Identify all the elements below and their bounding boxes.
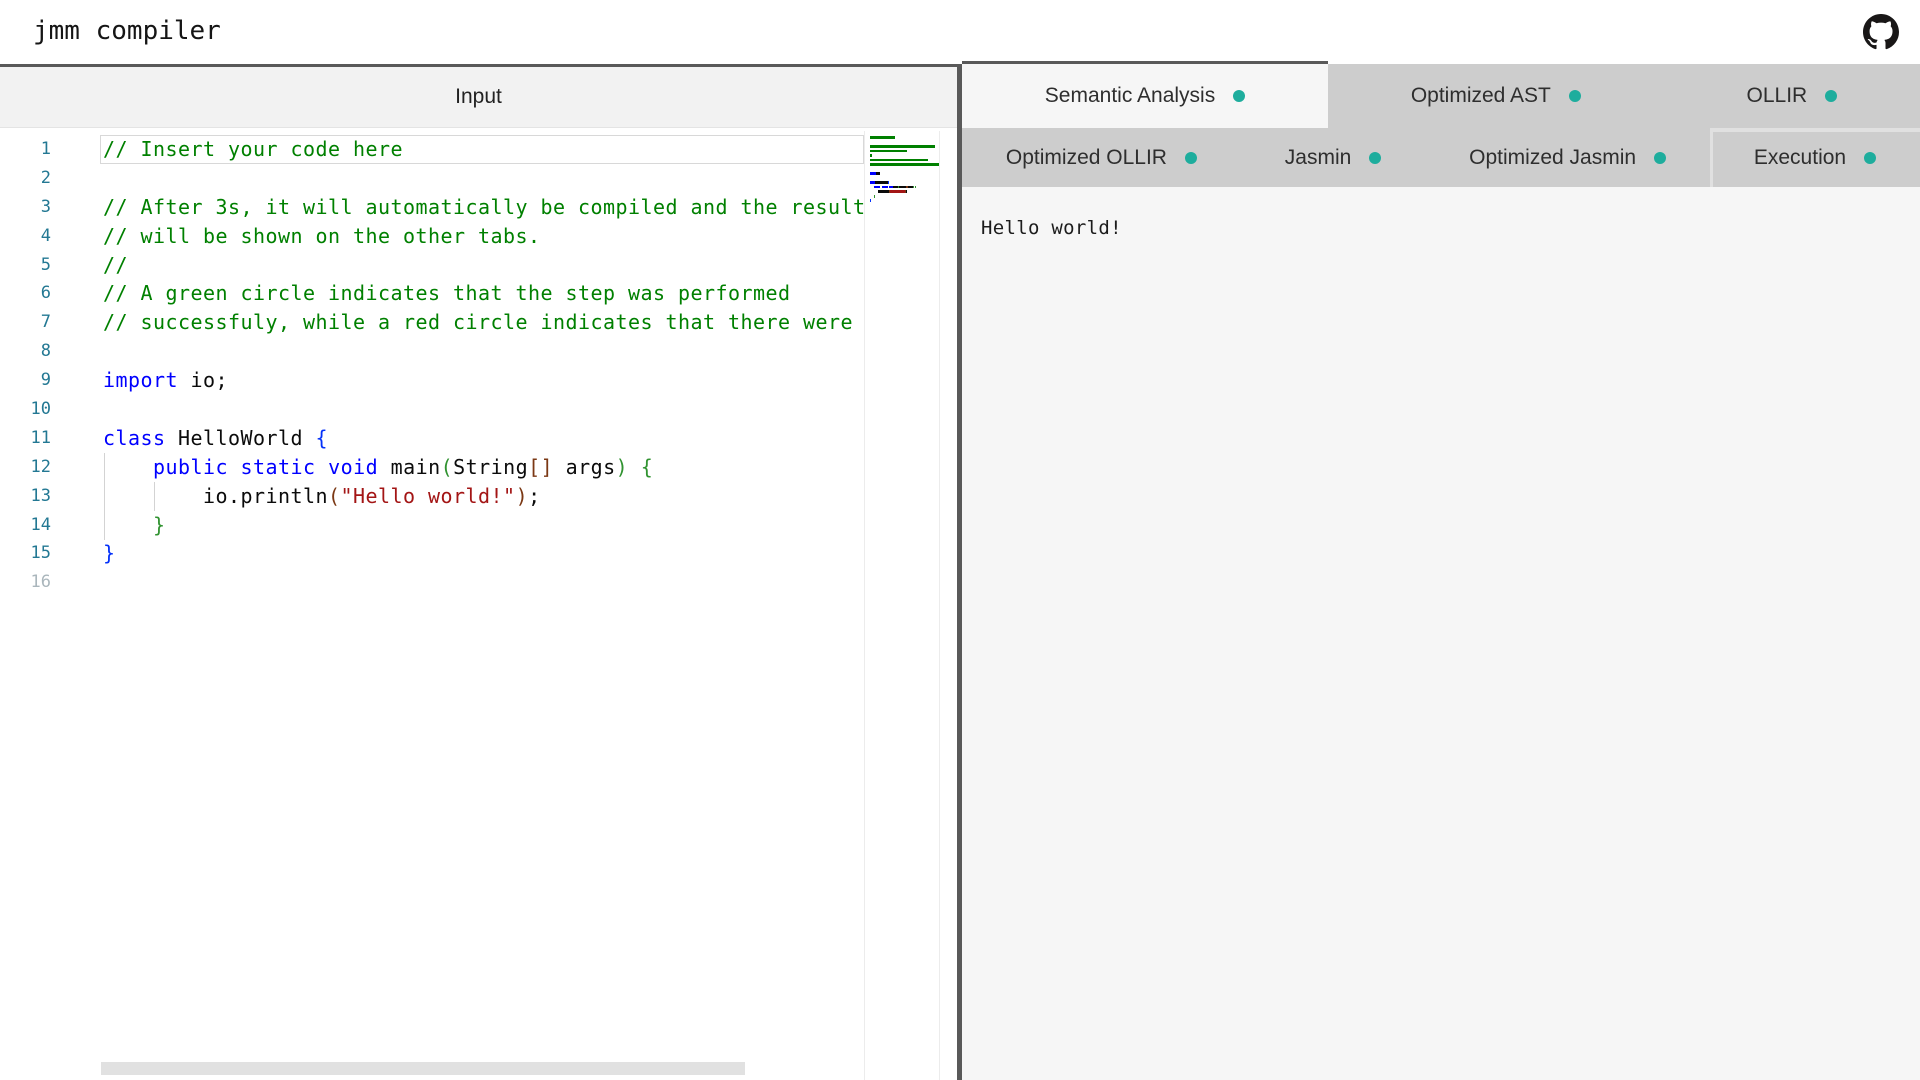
line-content: class HelloWorld { <box>51 424 328 453</box>
app-root: jmm compiler Input 1// Insert your code … <box>0 0 1920 1080</box>
line-number: 15 <box>0 539 51 568</box>
minimap-line <box>870 150 939 153</box>
github-link[interactable] <box>1863 14 1899 50</box>
minimap-line <box>870 168 939 171</box>
code-line-1[interactable]: 1// Insert your code here <box>0 135 864 164</box>
code-line-15[interactable]: 15} <box>0 539 864 568</box>
status-dot <box>1185 152 1197 164</box>
minimap-line <box>870 141 939 144</box>
line-number: 3 <box>0 193 51 222</box>
code-line-16[interactable]: 16 <box>0 568 864 597</box>
line-number: 16 <box>0 568 51 597</box>
input-panel: Input 1// Insert your code here23// Afte… <box>0 64 957 1080</box>
output-tabs-row-1: Semantic Analysis Optimized AST OLLIR <box>962 64 1920 128</box>
code-line-8[interactable]: 8 <box>0 337 864 366</box>
minimap-line <box>870 204 939 207</box>
line-content: // After 3s, it will automatically be co… <box>51 193 864 222</box>
status-dot <box>1369 152 1381 164</box>
line-content: } <box>51 539 116 568</box>
line-number: 6 <box>0 279 51 308</box>
line-content: io.println("Hello world!"); <box>51 482 541 511</box>
tab-label: Optimized Jasmin <box>1469 146 1636 170</box>
output-text: Hello world! <box>981 217 1920 239</box>
tab-label: Optimized AST <box>1411 84 1551 108</box>
status-dot <box>1864 152 1876 164</box>
tab-optimized-ollir[interactable]: Optimized OLLIR <box>962 128 1241 187</box>
horizontal-scrollbar[interactable] <box>101 1062 745 1075</box>
status-dot <box>1233 90 1245 102</box>
tab-ollir[interactable]: OLLIR <box>1664 64 1920 128</box>
minimap-line <box>870 199 939 202</box>
tab-optimized-jasmin[interactable]: Optimized Jasmin <box>1425 128 1710 187</box>
app-header: jmm compiler <box>0 0 1920 64</box>
input-panel-title: Input <box>455 85 502 109</box>
line-number: 2 <box>0 164 51 193</box>
code-line-3[interactable]: 3// After 3s, it will automatically be c… <box>0 193 864 222</box>
minimap-line <box>870 172 939 175</box>
code-line-9[interactable]: 9import io; <box>0 366 864 395</box>
tab-execution[interactable]: Execution <box>1710 128 1920 187</box>
minimap-line <box>870 177 939 180</box>
minimap-line <box>870 145 939 148</box>
status-dot <box>1654 152 1666 164</box>
tab-semantic-analysis[interactable]: Semantic Analysis <box>962 64 1328 128</box>
line-number: 12 <box>0 453 51 482</box>
app-title: jmm compiler <box>33 16 221 46</box>
line-content: // will be shown on the other tabs. <box>51 222 541 251</box>
line-number: 5 <box>0 251 51 280</box>
status-dot <box>1825 90 1837 102</box>
output-content: Hello world! <box>962 187 1920 239</box>
minimap-line <box>870 159 939 162</box>
code-line-7[interactable]: 7// successfuly, while a red circle indi… <box>0 308 864 337</box>
tab-label: Semantic Analysis <box>1045 84 1215 108</box>
minimap-line <box>870 195 939 198</box>
code-line-11[interactable]: 11class HelloWorld { <box>0 424 864 453</box>
output-tabs-row-2: Optimized OLLIR Jasmin Optimized Jasmin Exe… <box>962 128 1920 187</box>
tab-label: Optimized OLLIR <box>1006 146 1167 170</box>
line-number: 14 <box>0 511 51 540</box>
line-number: 10 <box>0 395 51 424</box>
minimap[interactable] <box>864 131 940 1080</box>
code-line-2[interactable]: 2 <box>0 164 864 193</box>
line-content: // <box>51 251 128 280</box>
minimap-line <box>870 190 939 193</box>
line-number: 1 <box>0 135 51 164</box>
line-content: } <box>51 511 166 540</box>
code-line-4[interactable]: 4// will be shown on the other tabs. <box>0 222 864 251</box>
code-line-10[interactable]: 10 <box>0 395 864 424</box>
line-content: // successfuly, while a red circle indic… <box>51 308 864 337</box>
github-icon <box>1863 14 1899 50</box>
minimap-line <box>870 163 939 166</box>
tab-jasmin[interactable]: Jasmin <box>1241 128 1425 187</box>
tab-label: OLLIR <box>1747 84 1808 108</box>
tab-label: Jasmin <box>1285 146 1352 170</box>
line-number: 11 <box>0 424 51 453</box>
tab-optimized-ast[interactable]: Optimized AST <box>1328 64 1664 128</box>
line-content: public static void main(String[] args) { <box>51 453 653 482</box>
line-content: import io; <box>51 366 228 395</box>
code-line-6[interactable]: 6// A green circle indicates that the st… <box>0 279 864 308</box>
output-panel: Semantic Analysis Optimized AST OLLIR Opti… <box>962 64 1920 1080</box>
line-number: 7 <box>0 308 51 337</box>
line-content: // Insert your code here <box>51 135 403 164</box>
code-line-5[interactable]: 5// <box>0 251 864 280</box>
line-number: 4 <box>0 222 51 251</box>
line-number: 9 <box>0 366 51 395</box>
tab-label: Execution <box>1754 146 1846 170</box>
code-line-14[interactable]: 14 } <box>0 511 864 540</box>
code-line-13[interactable]: 13 io.println("Hello world!"); <box>0 482 864 511</box>
minimap-line <box>870 181 939 184</box>
line-number: 8 <box>0 337 51 366</box>
status-dot <box>1569 90 1581 102</box>
minimap-line <box>870 154 939 157</box>
input-panel-header: Input <box>0 67 957 128</box>
code-line-12[interactable]: 12 public static void main(String[] args… <box>0 453 864 482</box>
minimap-line <box>870 186 939 189</box>
code-editor[interactable]: 1// Insert your code here23// After 3s, … <box>0 131 957 1080</box>
line-number: 13 <box>0 482 51 511</box>
line-content: // A green circle indicates that the ste… <box>51 279 791 308</box>
minimap-line <box>870 136 939 139</box>
code-area: 1// Insert your code here23// After 3s, … <box>0 131 864 1080</box>
